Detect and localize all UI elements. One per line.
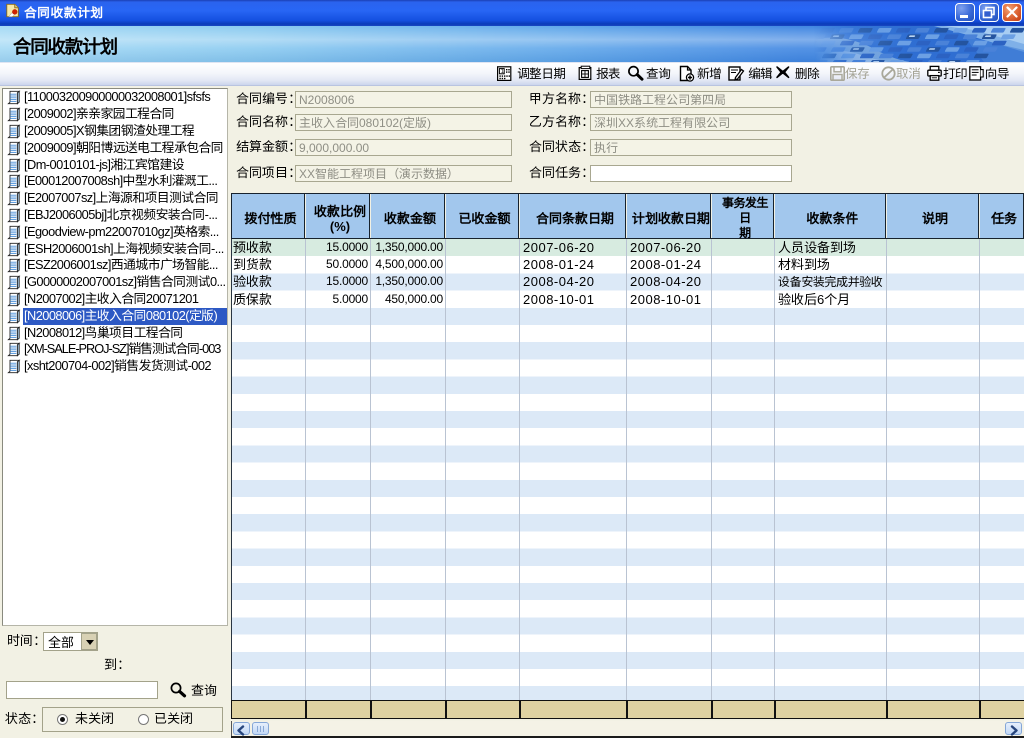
- svg-text:1: 1: [501, 69, 504, 75]
